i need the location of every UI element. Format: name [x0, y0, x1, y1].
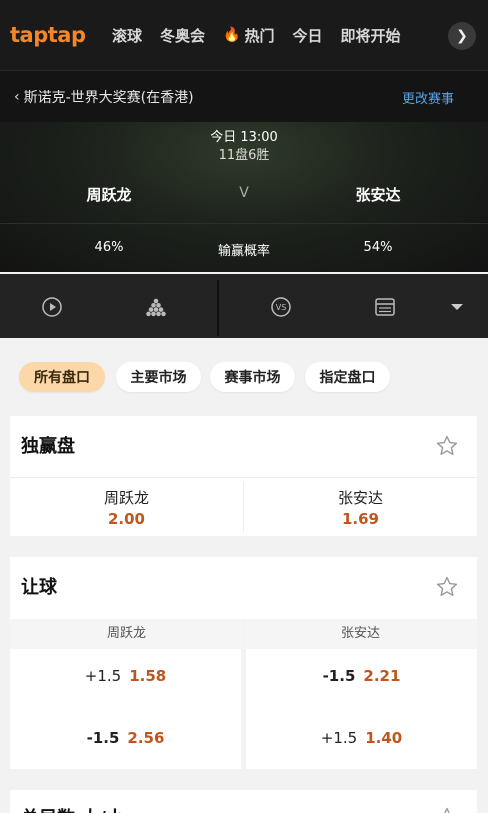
- nav-item-upcoming[interactable]: 即将开始: [341, 25, 401, 46]
- filter-all-markets[interactable]: 所有盘口: [19, 362, 105, 392]
- chevron-left-icon[interactable]: ‹: [14, 89, 20, 105]
- nav-item-label: 热门: [244, 26, 275, 45]
- vs-label: V: [239, 185, 249, 201]
- nav-item-today[interactable]: 今日: [292, 25, 322, 46]
- star-icon[interactable]: [435, 806, 459, 813]
- match-header: 今日 13:00 11盘6胜 周跃龙 V 张安达 46% 输赢概率 54%: [0, 122, 488, 272]
- option-name: 周跃龙: [103, 489, 149, 507]
- market-filters: 所有盘口 主要市场 赛事市场 指定盘口: [0, 338, 488, 416]
- option-odds: 2.00: [107, 510, 145, 528]
- divider: [0, 223, 488, 224]
- match-time: 今日 13:00: [210, 130, 278, 145]
- market-card-moneyline: 独赢盘 周跃龙 2.00 张安达 1.69: [10, 416, 477, 536]
- event-title[interactable]: 斯诺克-世界大奖赛(在香港): [24, 87, 194, 107]
- handicap-option[interactable]: -1.5 2.21: [246, 667, 477, 685]
- logo[interactable]: taptap: [10, 23, 94, 47]
- handicap-column-b: -1.5 2.21 +1.5 1.40: [246, 649, 477, 769]
- market-header: [10, 557, 477, 619]
- moneyline-option-b[interactable]: 张安达 1.69: [244, 478, 477, 536]
- filter-event-markets[interactable]: 赛事市场: [210, 362, 295, 392]
- win-prob-label: 输赢概率: [217, 244, 270, 259]
- handicap-point: -1.5: [322, 667, 356, 685]
- win-prob-b: 54%: [363, 240, 393, 255]
- win-prob-a: 46%: [94, 240, 124, 255]
- option-name: 张安达: [337, 489, 383, 507]
- moneyline-option-a[interactable]: 周跃龙 2.00: [10, 478, 243, 536]
- market-card-total-frames: 总局数 大/小: [10, 790, 477, 813]
- market-title: 让球: [21, 577, 57, 598]
- nav-item-label: 滚球: [112, 26, 143, 45]
- match-toolbar: VS: [0, 274, 488, 338]
- top-nav: taptap 滚球 冬奥会 🔥 热门 今日 即将开始 ❯: [0, 0, 488, 70]
- vs-icon[interactable]: VS: [270, 296, 292, 318]
- handicap-odds: 1.40: [365, 729, 403, 747]
- chevron-right-icon[interactable]: ❯: [448, 22, 476, 50]
- toolbar-divider: [217, 280, 219, 336]
- snooker-balls-icon[interactable]: [145, 296, 167, 318]
- option-odds: 1.69: [341, 510, 379, 528]
- player-a-name: 周跃龙: [86, 186, 132, 204]
- handicap-odds: 2.56: [127, 729, 165, 747]
- handicap-point: +1.5: [84, 667, 122, 685]
- star-icon[interactable]: [435, 434, 459, 458]
- scoreboard-icon[interactable]: [374, 296, 396, 318]
- match-format: 11盘6胜: [218, 148, 270, 163]
- play-icon[interactable]: [41, 296, 63, 318]
- handicap-odds: 2.21: [363, 667, 401, 685]
- filter-main-markets[interactable]: 主要市场: [116, 362, 201, 392]
- market-title: 总局数 大/小: [21, 804, 124, 813]
- filter-specific-markets[interactable]: 指定盘口: [305, 362, 390, 392]
- player-b-name: 张安达: [355, 186, 401, 204]
- handicap-odds: 1.58: [129, 667, 167, 685]
- market-title: 独赢盘: [21, 436, 75, 457]
- handicap-option[interactable]: +1.5 1.40: [246, 729, 477, 747]
- handicap-col-header-a: 周跃龙: [10, 619, 243, 649]
- star-icon[interactable]: [435, 575, 459, 599]
- nav-item-label: 今日: [292, 26, 323, 45]
- change-event-button[interactable]: 更改赛事: [402, 88, 454, 107]
- nav-item-label: 冬奥会: [160, 26, 206, 45]
- handicap-option[interactable]: +1.5 1.58: [10, 667, 241, 685]
- fire-icon: 🔥: [223, 27, 241, 43]
- nav-item-label: 即将开始: [340, 26, 401, 45]
- nav-item-winter-olympics[interactable]: 冬奥会: [160, 25, 205, 46]
- handicap-point: -1.5: [86, 729, 120, 747]
- handicap-col-header-b: 张安达: [244, 619, 477, 649]
- event-bar: ‹ 斯诺克-世界大奖赛(在香港) 更改赛事: [0, 70, 488, 122]
- svg-text:VS: VS: [276, 303, 287, 312]
- handicap-option[interactable]: -1.5 2.56: [10, 729, 241, 747]
- handicap-point: +1.5: [320, 729, 358, 747]
- nav-item-hot[interactable]: 🔥 热门: [223, 25, 274, 46]
- dropdown-arrow-icon[interactable]: [446, 296, 468, 318]
- market-card-handicap: 让球 周跃龙 张安达 +1.5 1.58 -1.5 2.56 -1.5 2.21 +1…: [10, 557, 477, 769]
- handicap-column-a: +1.5 1.58 -1.5 2.56: [10, 649, 241, 769]
- nav-item-live[interactable]: 滚球: [112, 25, 142, 46]
